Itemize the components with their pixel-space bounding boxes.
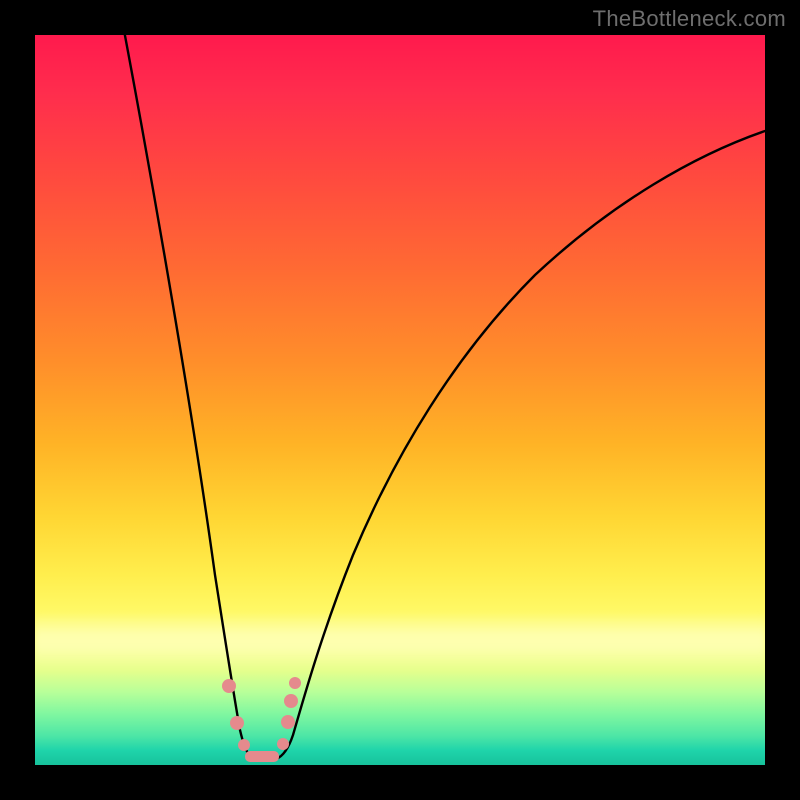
marker-dots [222,677,301,762]
plot-area [35,35,765,765]
chart-stage: TheBottleneck.com [0,0,800,800]
curve-svg [35,35,765,765]
bottleneck-curve [123,35,765,761]
watermark-text: TheBottleneck.com [593,6,786,32]
